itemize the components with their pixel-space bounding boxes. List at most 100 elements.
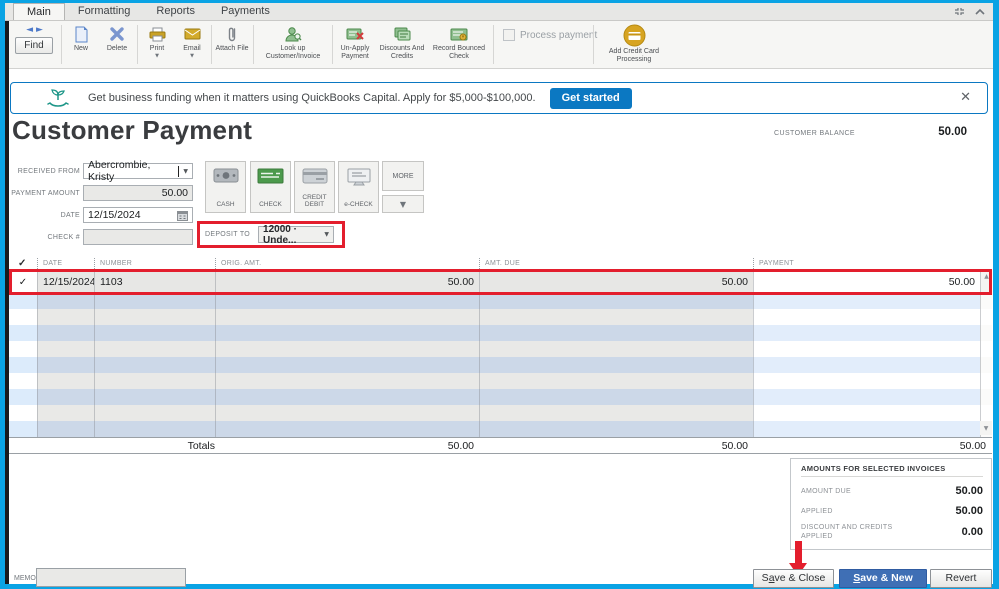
table-cell[interactable]: [980, 357, 992, 373]
table-cell[interactable]: [753, 373, 980, 389]
table-cell[interactable]: [753, 341, 980, 357]
table-empty-row[interactable]: [9, 357, 992, 373]
table-empty-row[interactable]: [9, 421, 992, 437]
scrollbar-up-arrow[interactable]: ▲: [980, 271, 992, 293]
table-cell[interactable]: [479, 405, 753, 421]
table-cell[interactable]: [980, 325, 992, 341]
add-credit-card-processing-button[interactable]: Add Credit Card Processing: [597, 23, 671, 64]
table-cell[interactable]: [215, 405, 479, 421]
payment-method-cash[interactable]: CASH: [205, 161, 246, 213]
check-column-header[interactable]: ✓: [9, 258, 37, 271]
table-cell[interactable]: [94, 357, 215, 373]
table-cell[interactable]: [94, 373, 215, 389]
collapse-ribbon-icon[interactable]: [975, 8, 985, 15]
record-bounced-check-button[interactable]: Record Bounced Check: [429, 24, 489, 61]
table-cell[interactable]: [215, 421, 479, 437]
date-column-header[interactable]: DATE: [37, 258, 94, 271]
table-cell[interactable]: [37, 309, 94, 325]
payment-amount-field[interactable]: 50.00: [83, 185, 193, 201]
table-cell[interactable]: [37, 325, 94, 341]
table-cell[interactable]: [479, 309, 753, 325]
tab-reports[interactable]: Reports: [143, 3, 208, 20]
more-dropdown-button[interactable]: ▼: [382, 195, 424, 213]
table-cell[interactable]: [9, 373, 37, 389]
save-and-close-button[interactable]: Save & Close: [753, 569, 834, 588]
table-cell[interactable]: [9, 389, 37, 405]
tab-formatting[interactable]: Formatting: [65, 3, 144, 20]
revert-button[interactable]: Revert: [930, 569, 992, 588]
scrollbar-down-arrow[interactable]: ▼: [980, 421, 992, 435]
banner-close-icon[interactable]: ✕: [960, 90, 971, 105]
new-button[interactable]: New: [65, 24, 97, 53]
table-cell[interactable]: [980, 389, 992, 405]
check-number-field[interactable]: [83, 229, 193, 245]
email-button[interactable]: Email ▼: [176, 24, 208, 59]
table-cell[interactable]: [753, 421, 980, 437]
memo-input[interactable]: [36, 568, 186, 587]
row-checkmark[interactable]: ✓: [9, 271, 37, 293]
discounts-and-credits-button[interactable]: Discounts And Credits: [378, 24, 426, 61]
orig-amt-column-header[interactable]: ORIG. AMT.: [215, 258, 479, 271]
get-started-button[interactable]: Get started: [549, 87, 632, 109]
back-arrow-icon[interactable]: ◄: [26, 25, 36, 35]
table-empty-row[interactable]: [9, 389, 992, 405]
table-cell[interactable]: [94, 309, 215, 325]
table-cell[interactable]: [215, 293, 479, 309]
restore-window-icon[interactable]: [954, 7, 965, 16]
forward-arrow-icon[interactable]: ►: [36, 25, 46, 35]
table-cell[interactable]: [980, 373, 992, 389]
table-cell[interactable]: [753, 293, 980, 309]
save-and-new-button[interactable]: Save & New: [839, 569, 927, 588]
table-cell[interactable]: [9, 309, 37, 325]
row-orig-amt[interactable]: 50.00: [215, 271, 479, 293]
table-cell[interactable]: [94, 341, 215, 357]
table-empty-row[interactable]: [9, 341, 992, 357]
table-empty-row[interactable]: [9, 293, 992, 309]
table-cell[interactable]: [37, 357, 94, 373]
date-field[interactable]: 12/15/2024: [83, 207, 193, 223]
more-button[interactable]: MORE: [382, 161, 424, 191]
print-dropdown-icon[interactable]: ▼: [155, 54, 159, 59]
table-cell[interactable]: [9, 325, 37, 341]
amt-due-column-header[interactable]: AMT. DUE: [479, 258, 753, 271]
table-cell[interactable]: [215, 309, 479, 325]
table-cell[interactable]: [215, 341, 479, 357]
table-cell[interactable]: [94, 421, 215, 437]
table-cell[interactable]: [37, 293, 94, 309]
email-dropdown-icon[interactable]: ▼: [190, 54, 194, 59]
table-cell[interactable]: [215, 389, 479, 405]
calendar-icon[interactable]: [177, 210, 188, 221]
table-cell[interactable]: [37, 341, 94, 357]
table-cell[interactable]: [479, 389, 753, 405]
table-cell[interactable]: [980, 405, 992, 421]
table-cell[interactable]: [37, 421, 94, 437]
table-cell[interactable]: [215, 373, 479, 389]
table-cell[interactable]: [94, 389, 215, 405]
table-cell[interactable]: [94, 405, 215, 421]
payment-column-header[interactable]: PAYMENT: [753, 258, 980, 271]
table-cell[interactable]: [980, 293, 992, 309]
delete-button[interactable]: Delete: [99, 24, 135, 53]
table-empty-row[interactable]: [9, 373, 992, 389]
number-column-header[interactable]: NUMBER: [94, 258, 215, 271]
table-cell[interactable]: [980, 341, 992, 357]
payment-method-echeck[interactable]: e-CHECK: [338, 161, 379, 213]
payment-method-check[interactable]: CHECK: [250, 161, 291, 213]
table-empty-row[interactable]: [9, 405, 992, 421]
attach-file-button[interactable]: Attach File: [214, 24, 250, 53]
un-apply-payment-button[interactable]: Un-Apply Payment: [334, 24, 376, 61]
deposit-to-dropdown[interactable]: 12000 · Unde... ▼: [258, 224, 335, 246]
print-button[interactable]: Print ▼: [140, 24, 174, 59]
table-cell[interactable]: [9, 341, 37, 357]
table-cell[interactable]: [37, 389, 94, 405]
table-cell[interactable]: [479, 373, 753, 389]
row-number[interactable]: 1103: [94, 271, 215, 293]
table-cell[interactable]: [9, 405, 37, 421]
table-cell[interactable]: [9, 421, 37, 437]
table-empty-row[interactable]: [9, 325, 992, 341]
process-payment-checkbox[interactable]: [503, 29, 515, 41]
table-cell[interactable]: [9, 357, 37, 373]
table-cell[interactable]: [479, 293, 753, 309]
table-cell[interactable]: [37, 405, 94, 421]
table-cell[interactable]: [37, 373, 94, 389]
